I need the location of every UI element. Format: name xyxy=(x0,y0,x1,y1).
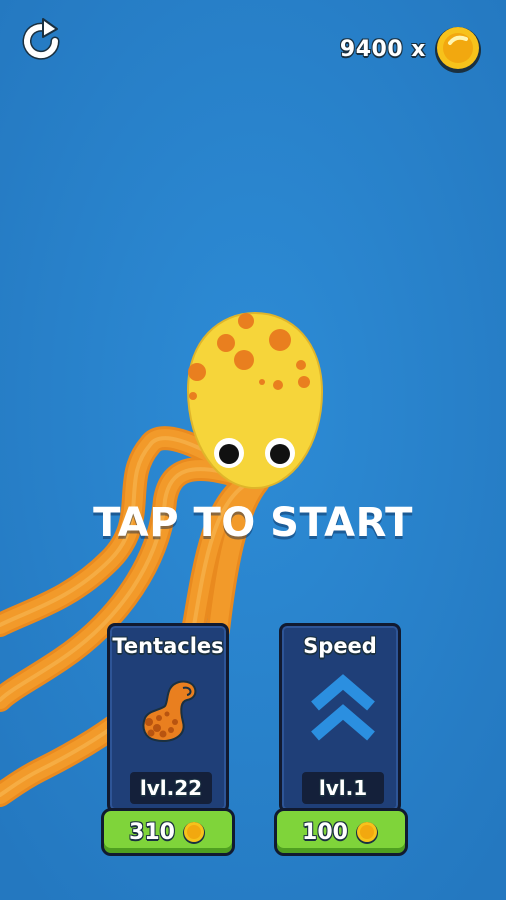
game-scene xyxy=(0,0,506,900)
buy-speed-button[interactable]: 100 xyxy=(274,808,408,856)
upgrade-level: lvl.1 xyxy=(302,772,384,804)
upgrade-price: 310 xyxy=(129,819,175,845)
upgrade-card-tentacles[interactable]: Tentacles lvl.22 xyxy=(107,623,229,813)
upgrade-title: Tentacles xyxy=(112,634,224,658)
tentacle-icon xyxy=(142,680,197,742)
coin-icon xyxy=(435,27,481,73)
tap-to-start-prompt[interactable]: TAP TO START xyxy=(0,500,506,546)
coin-counter: 9400 x xyxy=(340,22,484,76)
octopus-head xyxy=(186,311,324,490)
coin-icon xyxy=(182,822,205,844)
upgrade-level: lvl.22 xyxy=(130,772,212,804)
buy-tentacles-button[interactable]: 310 xyxy=(101,808,235,856)
double-chevron-up-icon xyxy=(311,674,375,741)
upgrade-title: Speed xyxy=(303,634,377,658)
restart-icon xyxy=(22,18,60,60)
restart-button[interactable] xyxy=(16,16,66,66)
coin-count-label: 9400 x xyxy=(339,36,426,62)
upgrade-price: 100 xyxy=(302,819,348,845)
upgrade-card-speed[interactable]: Speed lvl.1 xyxy=(279,623,401,813)
coin-icon xyxy=(355,822,378,844)
